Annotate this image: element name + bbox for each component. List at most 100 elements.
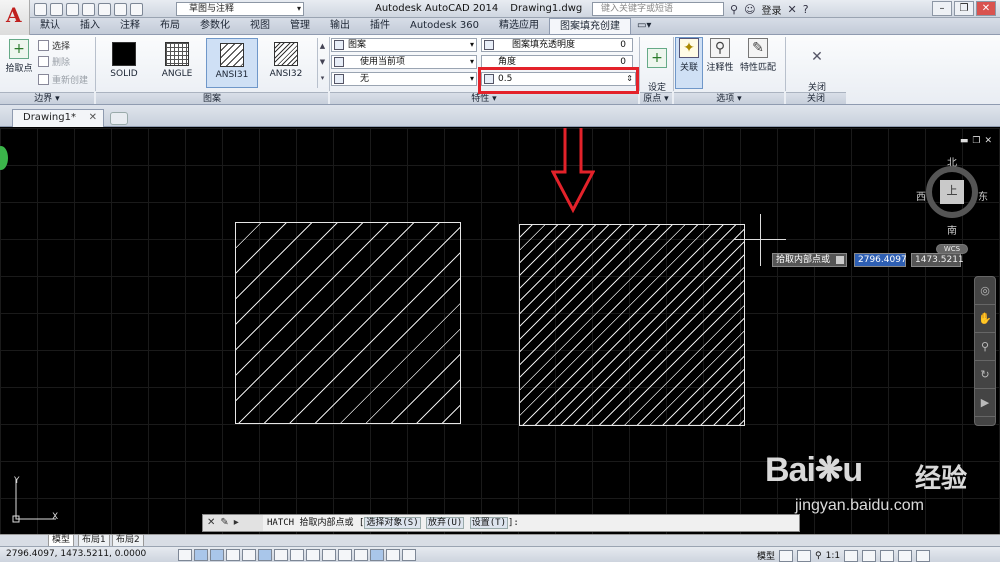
tab-insert[interactable]: 插入 xyxy=(70,18,110,34)
command-icon[interactable]: ▸ xyxy=(234,515,239,531)
infer-constraints-icon[interactable] xyxy=(178,549,192,561)
viewcube-south[interactable]: 南 xyxy=(947,222,957,237)
pattern-angle[interactable]: ANGLE xyxy=(151,38,203,88)
isolate-objects-icon[interactable] xyxy=(898,549,913,562)
model-space-button[interactable]: 模型 xyxy=(757,549,775,562)
transparency-toggle-icon[interactable] xyxy=(354,549,368,561)
showmotion-icon[interactable]: ▶ xyxy=(975,389,995,417)
search-input[interactable]: 键入关键字或短语 xyxy=(592,2,724,16)
workspace-select[interactable]: 草图与注释 ▾ xyxy=(176,2,304,16)
3d-osnap-icon[interactable] xyxy=(274,549,288,561)
pattern-ansi31[interactable]: ANSI31 xyxy=(206,38,258,88)
wcs-menu[interactable]: WCS xyxy=(936,244,968,254)
close-icon[interactable]: ✕ xyxy=(207,515,215,531)
viewcube-west[interactable]: 西 xyxy=(916,188,926,203)
annotation-scale-icon[interactable]: ⚲ xyxy=(815,551,822,561)
close-icon[interactable]: ✕ xyxy=(984,136,992,146)
osnap-icon[interactable] xyxy=(258,549,272,561)
options-panel-footer[interactable]: 选项 ▾ xyxy=(674,92,784,104)
minimize-icon[interactable]: ▬ xyxy=(960,136,969,146)
boundary-panel-footer[interactable]: 边界 ▾ xyxy=(0,92,94,104)
app-menu-button[interactable]: A xyxy=(0,0,30,35)
viewcube-east[interactable]: 东 xyxy=(978,188,988,203)
tab-output[interactable]: 输出 xyxy=(320,18,360,34)
tab-annotate[interactable]: 注释 xyxy=(110,18,150,34)
quick-view-drawings-icon[interactable] xyxy=(797,549,812,562)
tab-layout[interactable]: 布局 xyxy=(150,18,190,34)
annotation-visibility-icon[interactable] xyxy=(844,549,859,562)
annotation-monitor-icon[interactable] xyxy=(402,549,416,561)
new-icon[interactable] xyxy=(34,2,47,16)
tab-hatch-creation[interactable]: 图案填充创建 xyxy=(548,18,631,34)
user-icon[interactable]: ☺ xyxy=(744,3,755,16)
help-icon[interactable]: ? xyxy=(803,3,809,16)
ortho-icon[interactable] xyxy=(226,549,240,561)
tab-featured-apps[interactable]: 精选应用 xyxy=(489,18,549,34)
expand-icon[interactable]: ▾ xyxy=(318,70,327,86)
quick-properties-icon[interactable] xyxy=(370,549,384,561)
save-as-icon[interactable] xyxy=(82,2,95,16)
option-select-objects[interactable]: 选择对象(S) xyxy=(364,517,421,529)
option-undo[interactable]: 放弃(U) xyxy=(426,517,465,529)
print-icon[interactable] xyxy=(98,2,111,16)
quick-view-layouts-icon[interactable] xyxy=(779,549,794,562)
lineweight-icon[interactable] xyxy=(338,549,352,561)
viewcube[interactable]: 北 西 东 南 上 xyxy=(916,156,992,237)
workspace-switch-icon[interactable] xyxy=(862,549,877,562)
ribbon-toggle-icon[interactable]: ▭▾ xyxy=(631,18,657,34)
document-tab[interactable]: Drawing1* ✕ xyxy=(12,109,104,127)
restore-icon[interactable]: ❐ xyxy=(972,136,980,146)
ducs-icon[interactable] xyxy=(306,549,320,561)
orbit-icon[interactable]: ↻ xyxy=(975,361,995,389)
dynamic-x-input[interactable]: 2796.4097 xyxy=(854,253,907,267)
tab-view[interactable]: 视图 xyxy=(240,18,280,34)
steering-wheel-icon[interactable]: ◎ xyxy=(975,277,995,305)
pattern-solid[interactable]: SOLID xyxy=(98,38,150,88)
dyn-icon[interactable] xyxy=(322,549,336,561)
hatch-boundary-right[interactable] xyxy=(519,224,745,426)
polar-icon[interactable] xyxy=(242,549,256,561)
tab-default[interactable]: 默认 xyxy=(30,18,70,34)
select-button[interactable]: 选择 xyxy=(38,39,70,52)
pan-icon[interactable]: ✋ xyxy=(975,305,995,333)
tab-plugins[interactable]: 插件 xyxy=(360,18,400,34)
tab-autodesk360[interactable]: Autodesk 360 xyxy=(400,18,489,34)
save-icon[interactable] xyxy=(66,2,79,16)
grid-icon[interactable] xyxy=(210,549,224,561)
associative-button[interactable]: ✦ 关联 xyxy=(675,37,703,89)
tab-parametric[interactable]: 参数化 xyxy=(190,18,240,34)
dropdown-icon[interactable] xyxy=(836,256,845,264)
chevron-up-icon[interactable]: ▲ xyxy=(318,38,327,54)
background-color-select[interactable]: 无 ▾ xyxy=(331,72,477,86)
pattern-scroll[interactable]: ▲ ▼ ▾ xyxy=(317,38,327,88)
transparency-field[interactable]: 图案填充透明度 0 xyxy=(481,38,633,52)
selection-cycling-icon[interactable] xyxy=(386,549,400,561)
hatch-boundary-left[interactable] xyxy=(235,222,461,424)
wrench-icon[interactable]: ✎ xyxy=(220,515,228,531)
binoculars-icon[interactable]: ⚲ xyxy=(730,3,738,16)
exchange-icon[interactable]: ✕ xyxy=(788,3,797,16)
chevron-down-icon[interactable]: ▼ xyxy=(318,54,327,70)
clean-screen-icon[interactable] xyxy=(916,549,931,562)
login-button[interactable]: 登录 xyxy=(762,2,782,17)
pick-points-button[interactable]: + 拾取点 xyxy=(2,39,36,74)
open-icon[interactable] xyxy=(50,2,63,16)
new-tab-button[interactable] xyxy=(110,112,128,125)
annotation-scale-value[interactable]: 1:1 xyxy=(826,551,840,561)
close-icon[interactable]: ✕ xyxy=(976,1,996,16)
snap-icon[interactable] xyxy=(194,549,208,561)
close-icon[interactable]: ✕ xyxy=(89,110,97,126)
annotative-button[interactable]: ⚲ 注释性 xyxy=(705,38,735,73)
hatch-color-select[interactable]: 使用当前项 ▾ xyxy=(331,55,477,69)
lock-ui-icon[interactable] xyxy=(880,549,895,562)
pattern-ansi32[interactable]: ANSI32 xyxy=(260,38,312,88)
undo-icon[interactable] xyxy=(114,2,127,16)
restore-icon[interactable]: ❐ xyxy=(954,1,974,16)
tab-manage[interactable]: 管理 xyxy=(280,18,320,34)
redo-icon[interactable] xyxy=(130,2,143,16)
option-settings[interactable]: 设置(T) xyxy=(469,517,508,529)
hatch-type-select[interactable]: 图案 ▾ xyxy=(331,38,477,52)
viewcube-top-face[interactable]: 上 xyxy=(940,180,964,204)
match-properties-button[interactable]: ✎ 特性匹配 xyxy=(738,38,778,73)
remove-button[interactable]: 删除 xyxy=(38,55,70,68)
